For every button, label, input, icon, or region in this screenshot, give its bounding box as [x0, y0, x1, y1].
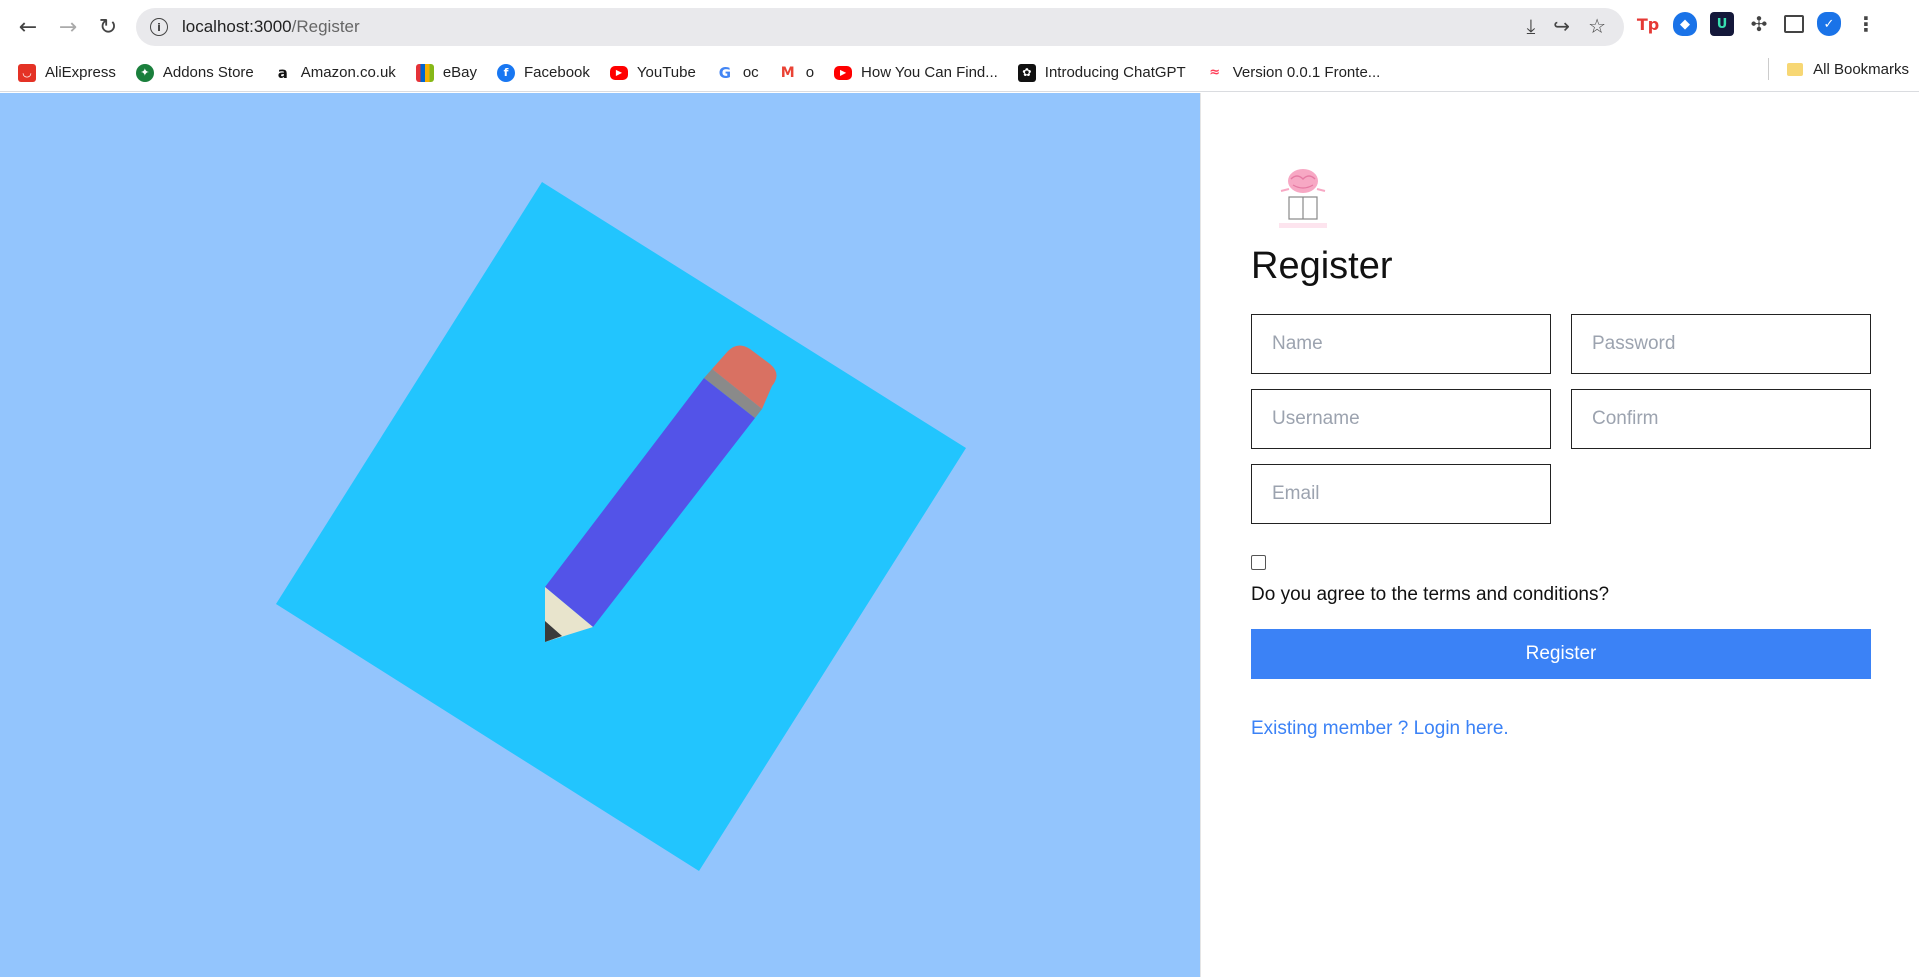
- ebay-icon: [415, 63, 434, 82]
- youtube-icon: ▶: [609, 65, 628, 80]
- page-title: Register: [1251, 245, 1393, 287]
- address-bar[interactable]: i localhost:3000/Register ⤓ ↪ ☆: [136, 8, 1624, 46]
- password-input[interactable]: [1571, 314, 1871, 374]
- gmail-icon: M: [778, 63, 797, 82]
- bookmark-monday[interactable]: ≈ Version 0.0.1 Fronte...: [1196, 58, 1391, 88]
- bookmark-label: How You Can Find...: [861, 64, 998, 81]
- bookmark-ebay[interactable]: eBay: [406, 58, 487, 88]
- register-button[interactable]: Register: [1251, 629, 1871, 679]
- terms-checkbox[interactable]: [1251, 555, 1266, 570]
- pencil-illustration: [276, 182, 966, 871]
- bookmark-gmail[interactable]: M o: [769, 58, 824, 88]
- reload-icon[interactable]: ↻: [88, 7, 128, 47]
- all-bookmarks-link[interactable]: All Bookmarks: [1813, 61, 1909, 78]
- browser-toolbar: ← → ↻ i localhost:3000/Register ⤓ ↪ ☆ Tp…: [0, 0, 1919, 54]
- hero-illustration-pane: [0, 93, 1200, 977]
- back-arrow-icon[interactable]: ←: [8, 7, 48, 47]
- terms-label: Do you agree to the terms and conditions…: [1251, 584, 1610, 605]
- menu-kebab-icon[interactable]: ⋮: [1854, 12, 1878, 36]
- bookmark-label: YouTube: [636, 64, 696, 81]
- forward-arrow-icon[interactable]: →: [48, 7, 88, 47]
- url-host: localhost:3000: [182, 17, 292, 36]
- bookmark-youtube[interactable]: ▶ YouTube: [600, 58, 706, 88]
- name-input[interactable]: [1251, 314, 1551, 374]
- tp-extension-icon[interactable]: Tp: [1636, 12, 1660, 36]
- bookmark-aliexpress[interactable]: ◡ AliExpress: [8, 58, 126, 88]
- bookmark-label: o: [805, 64, 815, 81]
- shield-extension-icon[interactable]: ✓: [1817, 12, 1841, 36]
- bitwarden-extension-icon[interactable]: ◆: [1673, 12, 1697, 36]
- addons-icon: ✦: [135, 63, 154, 82]
- username-input[interactable]: [1251, 389, 1551, 449]
- bookmark-facebook[interactable]: f Facebook: [487, 58, 600, 88]
- register-form-pane: Register Do you agree to the terms and c…: [1200, 93, 1919, 977]
- share-icon[interactable]: ↪: [1553, 14, 1570, 38]
- bookmark-label: eBay: [442, 64, 478, 81]
- confirm-password-input[interactable]: [1571, 389, 1871, 449]
- brain-zone-logo: [1279, 169, 1327, 228]
- bookmark-label: Facebook: [524, 64, 590, 81]
- extensions-puzzle-icon[interactable]: ✣: [1747, 12, 1771, 36]
- url-text[interactable]: localhost:3000/Register: [182, 17, 360, 37]
- bookmark-label: Introducing ChatGPT: [1044, 64, 1186, 81]
- bookmark-amazon[interactable]: a Amazon.co.uk: [264, 58, 406, 88]
- install-app-icon[interactable]: ⤓: [1526, 14, 1535, 38]
- site-info-icon[interactable]: i: [150, 18, 168, 36]
- bookmark-star-icon[interactable]: ☆: [1588, 14, 1606, 38]
- bookmark-label: Addons Store: [162, 64, 254, 81]
- login-link[interactable]: Existing member ? Login here.: [1251, 718, 1509, 740]
- amazon-icon: a: [273, 63, 292, 82]
- side-panel-icon[interactable]: [1784, 15, 1804, 33]
- chatgpt-icon: ✿: [1017, 63, 1036, 82]
- bookmark-label: AliExpress: [45, 64, 116, 81]
- bookmark-google-oc[interactable]: G oc: [706, 58, 769, 88]
- google-icon: G: [715, 63, 734, 82]
- bookmark-label: Amazon.co.uk: [300, 64, 396, 81]
- bookmark-label: oc: [742, 64, 759, 81]
- aliexpress-icon: ◡: [18, 63, 36, 82]
- url-path: /Register: [291, 17, 360, 36]
- bookmark-chatgpt[interactable]: ✿ Introducing ChatGPT: [1008, 58, 1196, 88]
- bookmark-addons-store[interactable]: ✦ Addons Store: [126, 58, 264, 88]
- bookmark-youtube-video[interactable]: ▶ How You Can Find...: [824, 58, 1008, 88]
- bookmarks-bar: ◡ AliExpress ✦ Addons Store a Amazon.co.…: [0, 54, 1919, 92]
- page-content: Register Do you agree to the terms and c…: [0, 93, 1919, 977]
- folder-icon: [1787, 62, 1804, 76]
- bookmarks-separator: [1768, 58, 1770, 80]
- youtube-icon: ▶: [834, 65, 853, 80]
- email-input[interactable]: [1251, 464, 1551, 524]
- u-extension-icon[interactable]: U: [1710, 12, 1734, 36]
- monday-icon: ≈: [1205, 63, 1224, 82]
- bookmark-label: Version 0.0.1 Fronte...: [1232, 64, 1381, 81]
- facebook-icon: f: [497, 63, 516, 82]
